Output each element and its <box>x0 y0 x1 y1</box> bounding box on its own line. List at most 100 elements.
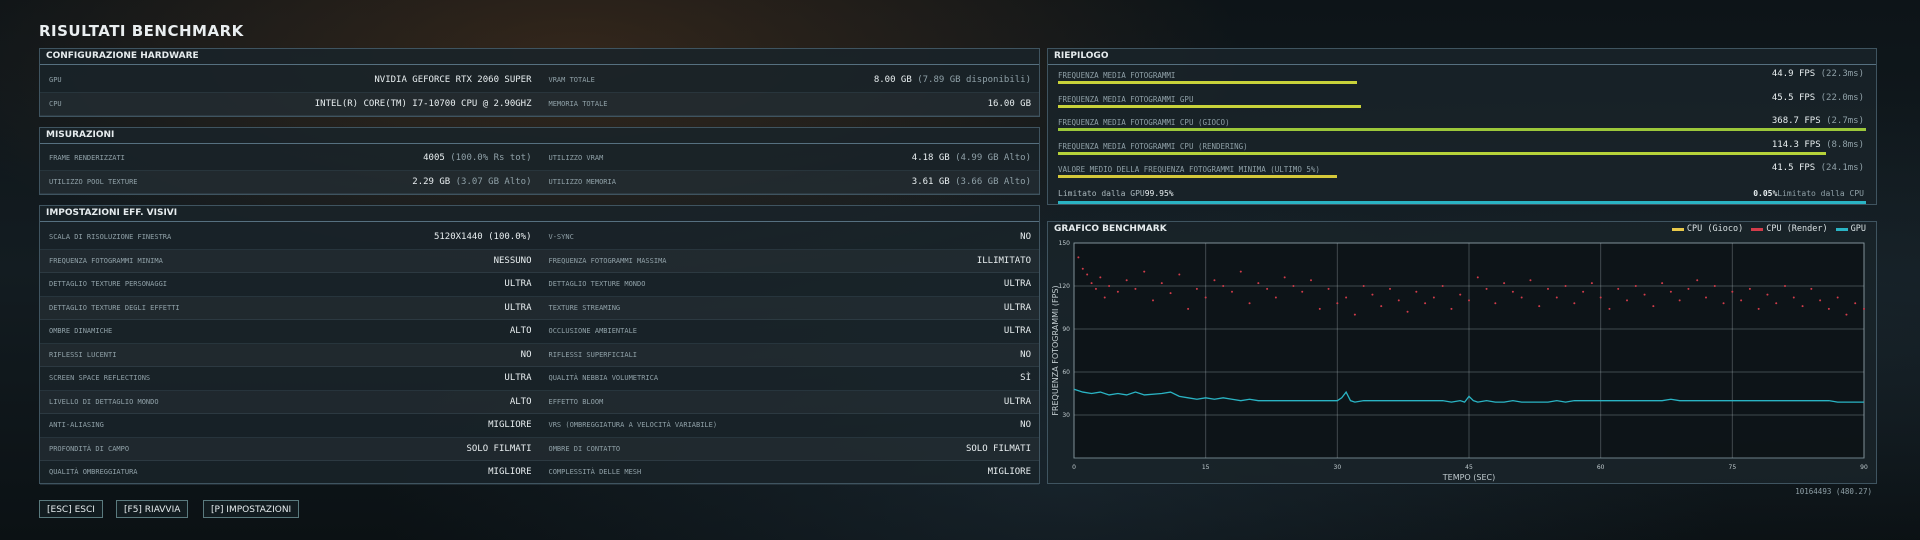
cpu-render-point <box>1590 282 1593 285</box>
summary-value: 45.5 FPS (22.0ms) <box>1771 92 1864 103</box>
legend-item: CPU (Gioco) <box>1671 224 1743 234</box>
summary-row: FREQUENZA MEDIA FOTOGRAMMI CPU (GIOCO) 36… <box>1048 112 1876 136</box>
setting-row: V-SYNC NO <box>539 226 1039 250</box>
cpu-render-point <box>1424 302 1427 305</box>
cpu-render-point <box>1169 292 1172 295</box>
cpu-render-point <box>1608 307 1611 310</box>
cpu-render-point <box>1257 282 1260 285</box>
setting-row: OMBRE DINAMICHE ALTO <box>40 320 540 344</box>
cpu-render-point <box>1643 293 1646 296</box>
cpu-render-point <box>1432 296 1435 299</box>
measurement-row: FRAME RENDERIZZATI 4005 (100.0% Rs tot) <box>40 147 540 171</box>
cpu-render-point <box>1274 296 1277 299</box>
hardware-row: VRAM TOTALE 8.00 GB (7.89 GB disponibili) <box>539 69 1039 93</box>
summary-label: FREQUENZA MEDIA FOTOGRAMMI GPU <box>1058 94 1194 104</box>
cpu-render-point <box>1863 307 1865 310</box>
summary-header: RIEPILOGO <box>1048 49 1876 65</box>
row-value: 3.61 GB (3.66 GB Alto) <box>911 176 1031 187</box>
cpu-limited-label: 0.05%Limitato dalla CPU <box>1753 188 1864 198</box>
cpu-render-point <box>1231 290 1233 293</box>
setting-row: ANTI-ALIASING MIGLIORE <box>40 414 540 438</box>
setting-row: PROFONDITÀ DI CAMPO SOLO FILMATI <box>40 438 540 461</box>
restart-button[interactable]: [F5] RIAVVIA <box>116 500 189 518</box>
summary-value: 41.5 FPS (24.1ms) <box>1771 163 1864 173</box>
cpu-render-point <box>1415 290 1418 293</box>
cpu-render-point <box>1292 285 1295 287</box>
legend-label: GPU <box>1850 224 1866 234</box>
settings-button[interactable]: [P] IMPOSTAZIONI <box>203 500 300 518</box>
cpu-render-point <box>1266 287 1269 290</box>
summary-label: FREQUENZA MEDIA FOTOGRAMMI CPU (GIOCO) <box>1058 118 1230 127</box>
cpu-render-point <box>1573 302 1576 305</box>
legend-label: CPU (Render) <box>1766 224 1828 234</box>
setting-label: SCREEN SPACE REFLECTIONS <box>49 374 151 383</box>
setting-label: RIFLESSI LUCENTI <box>49 350 117 359</box>
cpu-render-point <box>1081 267 1084 270</box>
summary-panel: RIEPILOGO FREQUENZA MEDIA FOTOGRAMMI 44.9… <box>1047 48 1877 205</box>
setting-row: OCCLUSIONE AMBIENTALE ULTRA <box>539 320 1039 344</box>
chart-legend: CPU (Gioco) CPU (Render) GPU <box>1671 224 1866 234</box>
setting-value: NO <box>1020 232 1031 243</box>
setting-value: SOLO FILMATI <box>965 443 1031 454</box>
hardware-header: CONFIGURAZIONE HARDWARE <box>40 49 1039 65</box>
cpu-render-point <box>1204 296 1207 299</box>
exit-button[interactable]: [ESC] ESCI <box>39 500 103 518</box>
cpu-render-point <box>1731 290 1734 293</box>
summary-bar <box>1058 175 1337 178</box>
x-tick-label: 45 <box>1465 464 1473 471</box>
cpu-render-point <box>1757 307 1760 310</box>
summary-bar <box>1058 81 1357 84</box>
setting-label: VRS (OMBREGGIATURA A VELOCITÀ VARIABILE) <box>548 421 718 430</box>
setting-row: RIFLESSI SUPERFICIALI NO <box>539 344 1039 367</box>
cpu-render-point <box>1336 302 1339 305</box>
cpu-render-point <box>1318 307 1321 310</box>
x-tick-label: 15 <box>1202 464 1210 471</box>
hardware-row: CPU INTEL(R) CORE(TM) I7-10700 CPU @ 2.90… <box>40 93 540 116</box>
cpu-render-point <box>1345 296 1348 299</box>
row-label: CPU <box>49 99 62 108</box>
setting-label: QUALITÀ OMBREGGIATURA <box>49 468 138 477</box>
settings-header: IMPOSTAZIONI EFF. VISIVI <box>40 206 1039 222</box>
cpu-render-point <box>1626 299 1628 302</box>
cpu-render-point <box>1077 256 1080 259</box>
cpu-render-point <box>1792 296 1795 299</box>
setting-label: OCCLUSIONE AMBIENTALE <box>548 327 638 336</box>
setting-row: DETTAGLIO TEXTURE PERSONAGGI ULTRA <box>40 273 540 297</box>
cpu-render-point <box>1468 299 1470 302</box>
hardware-panel: CONFIGURAZIONE HARDWARE GPU NVIDIA GEFORC… <box>39 48 1040 117</box>
cpu-render-point <box>1547 287 1549 290</box>
setting-value: MIGLIORE <box>488 420 532 431</box>
cpu-render-point <box>1713 285 1716 287</box>
setting-label: DETTAGLIO TEXTURE DEGLI EFFETTI <box>49 303 180 312</box>
row-value: INTEL(R) CORE(TM) I7-10700 CPU @ 2.90GHZ <box>314 98 532 109</box>
cpu-render-point <box>1213 279 1216 282</box>
cpu-render-point <box>1248 302 1251 305</box>
setting-row: FREQUENZA FOTOGRAMMI MINIMA NESSUNO <box>40 250 540 273</box>
cpu-render-point <box>1187 307 1190 310</box>
cpu-render-point <box>1397 299 1400 302</box>
cpu-render-point <box>1134 287 1137 290</box>
summary-bar <box>1058 128 1866 131</box>
setting-row: LIVELLO DI DETTAGLIO MONDO ALTO <box>40 391 540 414</box>
cpu-render-point <box>1178 273 1181 276</box>
cpu-render-point <box>1389 287 1391 290</box>
cpu-render-point <box>1748 287 1751 290</box>
cpu-render-point <box>1564 285 1567 287</box>
legend-swatch <box>1835 227 1848 231</box>
setting-row: SCALA DI RISOLUZIONE FINESTRA 5120X1440 (… <box>40 226 540 250</box>
setting-value: MIGLIORE <box>488 467 532 478</box>
cpu-render-point <box>1529 279 1532 282</box>
row-label: UTILIZZO VRAM <box>548 154 604 163</box>
cpu-render-point <box>1143 270 1146 273</box>
cpu-render-point <box>1687 287 1690 290</box>
cpu-render-point <box>1696 279 1699 282</box>
page-title: RISULTATI BENCHMARK <box>39 22 244 40</box>
cpu-render-point <box>1406 310 1409 313</box>
setting-label: FREQUENZA FOTOGRAMMI MINIMA <box>49 256 163 265</box>
setting-value: 5120X1440 (100.0%) <box>433 232 532 243</box>
setting-value: ALTO <box>509 396 532 407</box>
cpu-render-point <box>1740 299 1743 302</box>
legend-swatch <box>1751 227 1764 231</box>
cpu-render-point <box>1520 296 1523 299</box>
cpu-render-point <box>1099 276 1102 279</box>
